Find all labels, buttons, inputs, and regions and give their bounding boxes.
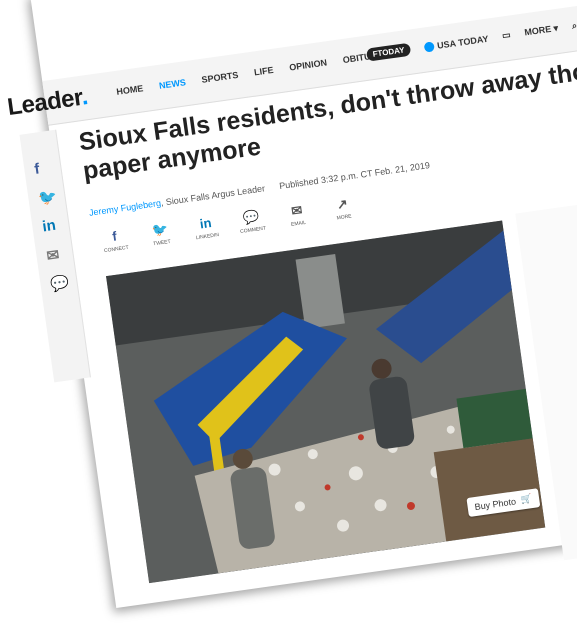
- article-photo[interactable]: Buy Photo 🛒: [106, 220, 546, 584]
- nav-right: FTODAY USA TODAY ▭ MORE ▾ ⌕: [365, 19, 577, 62]
- share-label: TWEET: [152, 238, 172, 248]
- comment-icon: 💬: [242, 208, 261, 226]
- buy-photo-label: Buy Photo: [473, 495, 517, 512]
- recycling-facility-photo: [106, 220, 546, 584]
- search-icon[interactable]: ⌕: [571, 20, 577, 32]
- cart-icon: 🛒: [519, 493, 533, 505]
- usatoday-link[interactable]: USA TODAY: [423, 33, 490, 53]
- nav-link-sports[interactable]: SPORTS: [201, 70, 239, 85]
- facebook-icon: f: [111, 228, 118, 244]
- share-label: MORE: [336, 213, 353, 222]
- share-more-button[interactable]: ↗ MORE: [325, 194, 360, 222]
- author-link[interactable]: Jeremy Fugleberg: [88, 198, 161, 218]
- usatoday-logo-icon: [423, 40, 435, 53]
- email-icon: ✉: [290, 202, 304, 219]
- twitter-icon: 🐦: [151, 221, 170, 239]
- share-label: CONNECT: [103, 244, 130, 255]
- video-icon[interactable]: ▭: [501, 30, 511, 42]
- share-facebook-button[interactable]: f CONNECT: [98, 226, 133, 254]
- author-outlet: , Sioux Falls Argus Leader: [160, 183, 266, 208]
- news-article-page: Leader. HOMENEWSSPORTSLIFEOPINIONOBITUAR…: [6, 0, 577, 608]
- nav-link-life[interactable]: LIFE: [253, 65, 274, 78]
- sidebar-facebook-icon[interactable]: f: [33, 160, 40, 178]
- share-twitter-button[interactable]: 🐦 TWEET: [143, 220, 178, 248]
- sidebar-comment-icon[interactable]: 💬: [49, 273, 71, 293]
- nav-link-news[interactable]: NEWS: [158, 77, 186, 91]
- more-icon: ↗: [335, 195, 349, 213]
- share-linkedin-button[interactable]: in LINKEDIN: [189, 214, 224, 242]
- published-time: Published 3:32 p.m. CT Feb. 21, 2019: [278, 160, 431, 192]
- share-email-button[interactable]: ✉ EMAIL: [280, 201, 315, 229]
- site-logo[interactable]: Leader.: [6, 83, 90, 122]
- nav-link-opinion[interactable]: OPINION: [289, 57, 328, 72]
- share-comment-button[interactable]: 💬 COMMENT: [234, 207, 269, 235]
- more-menu[interactable]: MORE ▾: [524, 23, 559, 39]
- share-label: LINKEDIN: [195, 232, 220, 242]
- more-label: MORE: [523, 23, 552, 38]
- share-label: COMMENT: [239, 225, 267, 236]
- linkedin-icon: in: [198, 215, 213, 232]
- share-label: EMAIL: [290, 219, 307, 228]
- share-sidebar: f 🐦 in ✉ 💬: [19, 129, 91, 383]
- sidebar-email-icon[interactable]: ✉: [45, 246, 61, 266]
- ftoday-link[interactable]: FTODAY: [365, 42, 412, 62]
- sidebar-twitter-icon[interactable]: 🐦: [37, 187, 58, 207]
- sidebar-linkedin-icon[interactable]: in: [41, 217, 57, 236]
- nav-link-home[interactable]: HOME: [116, 83, 144, 97]
- usatoday-label: USA TODAY: [436, 33, 490, 51]
- logo-text: Leader: [5, 84, 84, 122]
